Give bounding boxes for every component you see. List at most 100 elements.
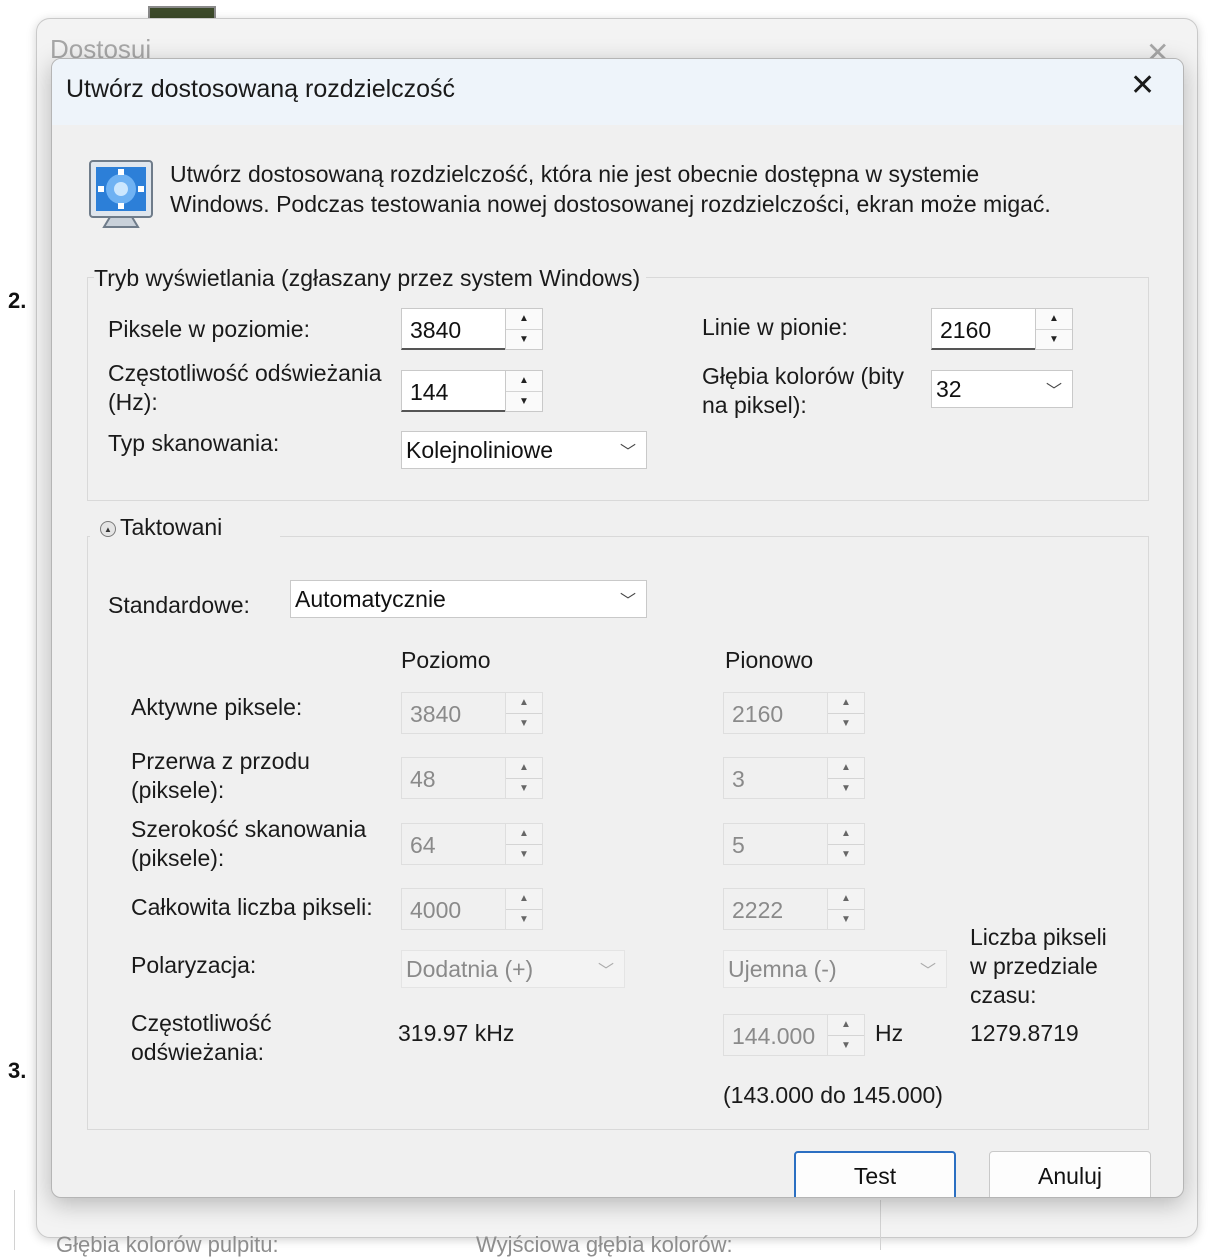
standard-value: Automatycznie: [295, 585, 446, 612]
timing-group-label[interactable]: Taktowani: [120, 514, 229, 541]
polarity-v-dropdown: Ujemna (-) ﹀: [723, 950, 947, 988]
pixel-clock-label-line-1: Liczba pikseli: [970, 924, 1107, 950]
scan-type-value: Kolejnoliniowe: [406, 436, 554, 463]
intro-line-2: Windows. Podczas testowania nowej dostos…: [170, 191, 1051, 217]
front-porch-label-line-1: Przerwa z przodu: [131, 748, 310, 774]
polarity-h-value: Dodatnia (+): [406, 955, 534, 982]
v-lines-label: Linie w pionie:: [702, 314, 848, 340]
chevron-down-icon: ﹀: [919, 963, 936, 980]
spin-down-icon: ▼: [828, 908, 864, 930]
spin-up-icon: ▲: [841, 697, 851, 709]
color-depth-label-line-1: Głębia kolorów (bity: [702, 363, 904, 389]
spin-up-icon: ▲: [519, 893, 529, 905]
scan-type-label: Typ skanowania:: [108, 430, 280, 456]
h-pixels-label: Piksele w poziomie:: [108, 316, 310, 342]
h-pixels-value[interactable]: 3840: [401, 308, 505, 350]
spin-down-icon: ▼: [828, 777, 864, 799]
color-depth-dropdown[interactable]: 32 ﹀: [931, 370, 1073, 408]
spin-down-icon: ▼: [828, 712, 864, 734]
spin-down-icon: ▼: [506, 712, 542, 734]
refresh-rate-label-line-2: (Hz):: [108, 389, 158, 415]
display-mode-group-label: Tryb wyświetlania (zgłaszany przez syste…: [94, 265, 647, 292]
chevron-down-icon: ﹀: [619, 444, 636, 461]
sync-width-h-value: 64: [401, 823, 505, 865]
vertical-column-header: Pionowo: [725, 647, 814, 673]
scan-type-dropdown[interactable]: Kolejnoliniowe ﹀: [401, 431, 647, 469]
spin-up-icon: ▲: [841, 893, 851, 905]
standard-label: Standardowe:: [108, 592, 250, 618]
spin-down-icon: ▼: [828, 843, 864, 865]
dialog-title: Utwórz dostosowaną rozdzielczość: [66, 75, 456, 103]
spin-up-icon: ▲: [841, 828, 851, 840]
spin-down-icon[interactable]: ▼: [506, 390, 542, 412]
horizontal-column-header: Poziomo: [401, 647, 491, 673]
timing-refresh-label: Częstotliwość odświeżania:: [131, 1009, 272, 1067]
refresh-rate-label: Częstotliwość odświeżania (Hz):: [108, 359, 382, 417]
refresh-unit: Hz: [875, 1020, 904, 1046]
background-output-color-depth-label: Wyjściowa głębia kolorów:: [476, 1232, 733, 1257]
total-pixels-h-spinner: 4000 ▲ ▼: [401, 888, 543, 930]
background-divider: [14, 1190, 15, 1250]
total-pixels-h-value: 4000: [401, 888, 505, 930]
spin-down-icon: ▼: [506, 843, 542, 865]
standard-dropdown[interactable]: Automatycznie ﹀: [290, 580, 647, 618]
spin-up-icon[interactable]: ▲: [506, 309, 542, 329]
intro-line-1: Utwórz dostosowaną rozdzielczość, która …: [170, 161, 980, 187]
pixel-clock-label: Liczba pikseli w przedziale czasu:: [970, 923, 1107, 1010]
color-depth-label-line-2: na piksel):: [702, 392, 807, 418]
step-number-2: 2.: [8, 288, 27, 313]
spin-up-icon: ▲: [841, 1019, 851, 1031]
front-porch-label-line-2: (piksele):: [131, 777, 225, 803]
sync-width-v-value: 5: [723, 823, 827, 865]
front-porch-label: Przerwa z przodu (piksele):: [131, 747, 310, 805]
spin-up-icon: ▲: [519, 828, 529, 840]
v-lines-spinner[interactable]: 2160 ▲ ▼: [931, 308, 1073, 350]
spin-up-icon[interactable]: ▲: [506, 371, 542, 391]
active-pixels-h-value: 3840: [401, 692, 505, 734]
refresh-range: (143.000 do 145.000): [723, 1082, 943, 1108]
vertical-refresh-spinner: 144.000 ▲ ▼: [723, 1014, 865, 1056]
close-icon[interactable]: ✕: [1130, 71, 1155, 101]
total-pixels-v-spinner: 2222 ▲ ▼: [723, 888, 865, 930]
cancel-button[interactable]: Anuluj: [989, 1151, 1151, 1197]
refresh-rate-value[interactable]: 144: [401, 370, 505, 412]
color-depth-label: Głębia kolorów (bity na piksel):: [702, 362, 904, 420]
pixel-clock-label-line-2: w przedziale: [970, 953, 1098, 979]
test-button[interactable]: Test: [794, 1151, 956, 1197]
sync-width-label: Szerokość skanowania (piksele):: [131, 815, 366, 873]
timing-refresh-label-line-1: Częstotliwość: [131, 1010, 272, 1036]
h-pixels-spinner[interactable]: 3840 ▲ ▼: [401, 308, 543, 350]
polarity-label: Polaryzacja:: [131, 952, 257, 978]
background-divider: [880, 1200, 881, 1250]
v-lines-value[interactable]: 2160: [931, 308, 1035, 350]
spin-down-icon: ▼: [828, 1034, 864, 1056]
spin-down-icon[interactable]: ▼: [506, 328, 542, 350]
front-porch-v-spinner: 3 ▲ ▼: [723, 757, 865, 799]
active-pixels-h-spinner: 3840 ▲ ▼: [401, 692, 543, 734]
active-pixels-label: Aktywne piksele:: [131, 694, 303, 720]
custom-resolution-dialog: Utwórz dostosowaną rozdzielczość ✕ Utwór…: [51, 58, 1184, 1198]
spin-up-icon: ▲: [841, 762, 851, 774]
spin-down-icon[interactable]: ▼: [1036, 328, 1072, 350]
polarity-v-value: Ujemna (-): [728, 955, 837, 982]
spin-up-icon: ▲: [519, 762, 529, 774]
background-desktop-color-depth-label: Głębia kolorów pulpitu:: [56, 1232, 279, 1257]
sync-width-label-line-1: Szerokość skanowania: [131, 816, 367, 842]
front-porch-h-value: 48: [401, 757, 505, 799]
horizontal-refresh-value: 319.97 kHz: [398, 1020, 515, 1046]
color-depth-value: 32: [936, 375, 962, 402]
chevron-down-icon: ﹀: [619, 593, 636, 610]
pixel-clock-label-line-3: czasu:: [970, 982, 1037, 1008]
active-pixels-v-value: 2160: [723, 692, 827, 734]
refresh-rate-label-line-1: Częstotliwość odświeżania: [108, 360, 382, 386]
sync-width-h-spinner: 64 ▲ ▼: [401, 823, 543, 865]
sync-width-v-spinner: 5 ▲ ▼: [723, 823, 865, 865]
refresh-rate-spinner[interactable]: 144 ▲ ▼: [401, 370, 543, 412]
spin-up-icon[interactable]: ▲: [1036, 309, 1072, 329]
front-porch-h-spinner: 48 ▲ ▼: [401, 757, 543, 799]
collapse-icon[interactable]: ▲: [100, 521, 116, 537]
total-pixels-v-value: 2222: [723, 888, 827, 930]
chevron-down-icon: ﹀: [1045, 383, 1062, 400]
monitor-icon: [88, 159, 154, 236]
pixel-clock-value: 1279.8719: [970, 1020, 1079, 1046]
